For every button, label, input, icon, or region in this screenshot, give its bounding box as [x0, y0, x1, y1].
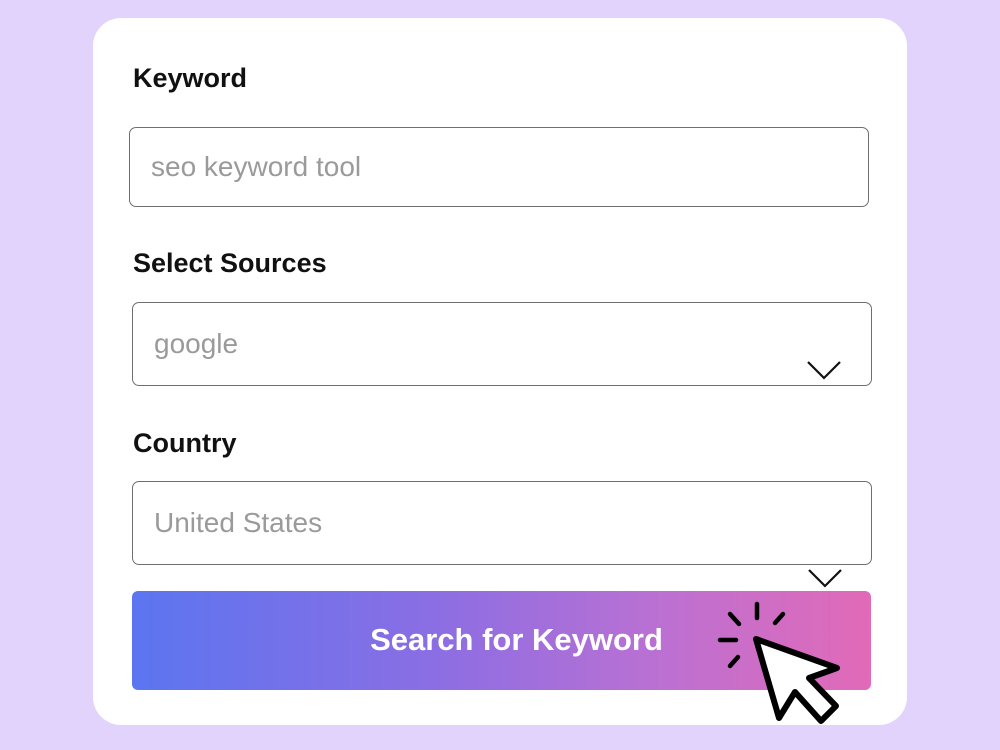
- sources-select[interactable]: google: [132, 302, 872, 386]
- keyword-label: Keyword: [133, 63, 248, 93]
- country-select[interactable]: United States: [132, 481, 872, 565]
- country-label: Country: [133, 428, 237, 458]
- chevron-down-icon: [807, 361, 841, 380]
- keyword-input[interactable]: [129, 127, 869, 207]
- sources-label: Select Sources: [133, 248, 327, 278]
- chevron-down-icon: [808, 569, 842, 588]
- sources-selected-value: google: [154, 328, 239, 359]
- click-cursor-icon: [717, 601, 840, 724]
- country-selected-value: United States: [154, 507, 323, 538]
